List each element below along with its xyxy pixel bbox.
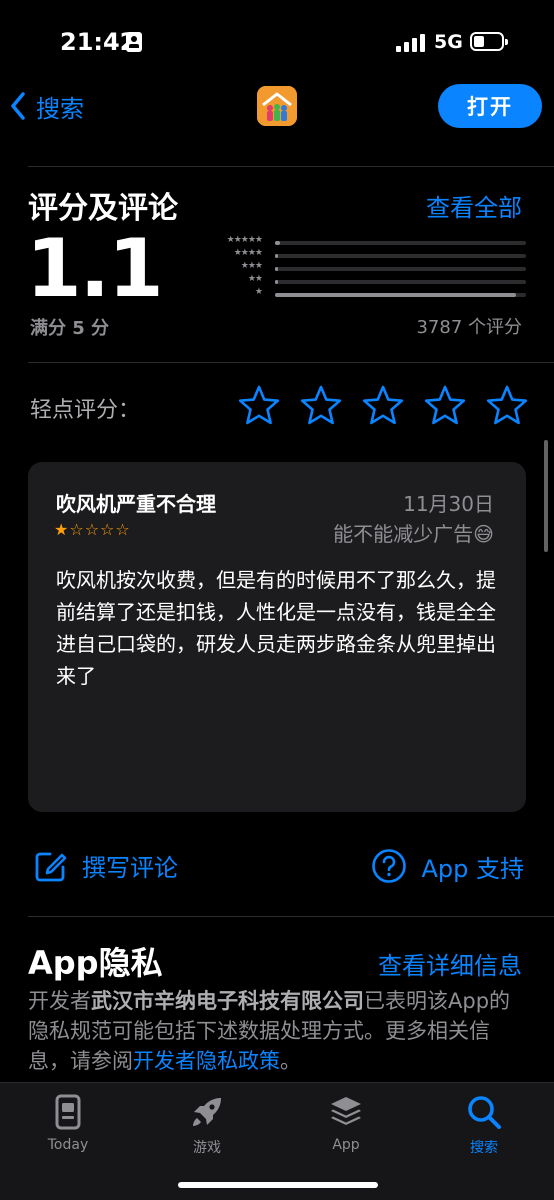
- scrollbar[interactable]: [544, 440, 548, 552]
- status-time: 21:42: [60, 28, 137, 56]
- tab-search[interactable]: 搜索: [424, 1093, 544, 1156]
- histogram-row-1: ★: [200, 287, 526, 300]
- tab-label: 搜索: [470, 1140, 498, 1156]
- star-outline-icon[interactable]: [238, 384, 280, 426]
- tab-label: Today: [47, 1137, 89, 1153]
- question-circle-icon: [372, 849, 407, 883]
- divider: [28, 362, 554, 363]
- star-outline-icon[interactable]: [486, 384, 528, 426]
- today-icon: [55, 1094, 81, 1130]
- write-review-button[interactable]: 撰写评论: [34, 848, 178, 883]
- tap-to-rate-stars: [238, 384, 530, 428]
- histogram-track: [275, 293, 526, 297]
- histogram-track: [275, 280, 526, 284]
- cellular-signal-icon: [396, 34, 426, 52]
- privacy-title: App隐私: [28, 944, 163, 982]
- see-details-link[interactable]: 查看详细信息: [378, 946, 522, 981]
- histogram-stars: ★★★: [240, 261, 263, 271]
- tab-apps[interactable]: App: [286, 1093, 406, 1153]
- family-house-icon: [257, 86, 297, 126]
- histogram-row-5: ★★★★★: [200, 235, 526, 248]
- histogram-track: [275, 267, 526, 271]
- write-review-label: 撰写评论: [82, 854, 178, 882]
- layers-icon: [331, 1097, 361, 1125]
- developer-name: 武汉市辛纳电子科技有限公司: [91, 989, 364, 1013]
- histogram-stars: ★★★★★: [226, 235, 263, 245]
- see-all-link[interactable]: 查看全部: [426, 188, 522, 223]
- tap-to-rate-label: 轻点评分：: [30, 398, 141, 423]
- review-card[interactable]: 吹风机严重不合理 11月30日 ★☆☆☆☆ 能不能减少广告😅 吹风机按次收费，但…: [28, 462, 526, 812]
- search-icon: [468, 1096, 501, 1129]
- developer-privacy-policy-link[interactable]: 开发者隐私政策: [133, 1049, 280, 1073]
- privacy-text-prefix: 开发者: [28, 989, 91, 1013]
- review-title: 吹风机严重不合理: [56, 492, 216, 516]
- tab-games[interactable]: 游戏: [147, 1093, 267, 1156]
- histogram-stars: ★★: [247, 274, 263, 284]
- app-support-label: App 支持: [421, 854, 524, 883]
- rating-histogram: ★★★★★ ★★★★ ★★★ ★★ ★: [200, 235, 526, 302]
- out-of-label: 满分 5 分: [30, 318, 110, 339]
- star-outline-icon[interactable]: [300, 384, 342, 426]
- network-type: 5G: [434, 31, 463, 53]
- home-indicator: [178, 1182, 378, 1188]
- review-body: 吹风机按次收费，但是有的时候用不了那么久，提前结算了还是扣钱，人性化是一点没有，…: [56, 568, 496, 688]
- chevron-left-icon: [11, 92, 25, 120]
- divider: [28, 166, 554, 167]
- divider: [28, 916, 554, 917]
- histogram-fill: [275, 267, 278, 271]
- rating-count: 3787 个评分: [416, 317, 522, 338]
- back-label: 搜索: [36, 94, 84, 123]
- histogram-stars: ★★★★: [233, 248, 263, 258]
- review-date: 11月30日: [403, 492, 494, 516]
- histogram-row-3: ★★★: [200, 261, 526, 274]
- tab-label: App: [332, 1137, 360, 1153]
- compose-icon: [35, 852, 67, 881]
- tab-today[interactable]: Today: [8, 1093, 128, 1153]
- histogram-track: [275, 241, 526, 245]
- open-button[interactable]: 打开: [438, 84, 542, 128]
- histogram-row-2: ★★: [200, 274, 526, 287]
- privacy-text-suffix: 。: [280, 1049, 301, 1073]
- histogram-row-4: ★★★★: [200, 248, 526, 261]
- histogram-fill: [275, 280, 278, 284]
- contact-card-icon: [126, 32, 142, 52]
- status-bar: 21:42 5G: [0, 0, 554, 80]
- review-author: 能不能减少广告😅: [333, 522, 494, 546]
- rocket-icon: [193, 1098, 221, 1126]
- tab-label: 游戏: [193, 1140, 221, 1156]
- app-support-button[interactable]: App 支持: [371, 848, 524, 884]
- ratings-title: 评分及评论: [28, 191, 178, 226]
- star-outline-icon[interactable]: [424, 384, 466, 426]
- histogram-stars: ★: [254, 287, 263, 297]
- review-star-rating: ★☆☆☆☆: [54, 520, 131, 539]
- back-button[interactable]: 搜索: [10, 86, 84, 126]
- histogram-fill: [275, 293, 516, 297]
- histogram-fill: [275, 254, 278, 258]
- battery-icon: [470, 32, 508, 51]
- histogram-fill: [275, 241, 281, 245]
- average-score: 1.1: [26, 222, 164, 315]
- nav-bar: 搜索 打开: [0, 80, 554, 138]
- privacy-description: 开发者武汉市辛纳电子科技有限公司已表明该App的隐私规范可能包括下述数据处理方式…: [28, 986, 528, 1076]
- star-outline-icon[interactable]: [362, 384, 404, 426]
- histogram-track: [275, 254, 526, 258]
